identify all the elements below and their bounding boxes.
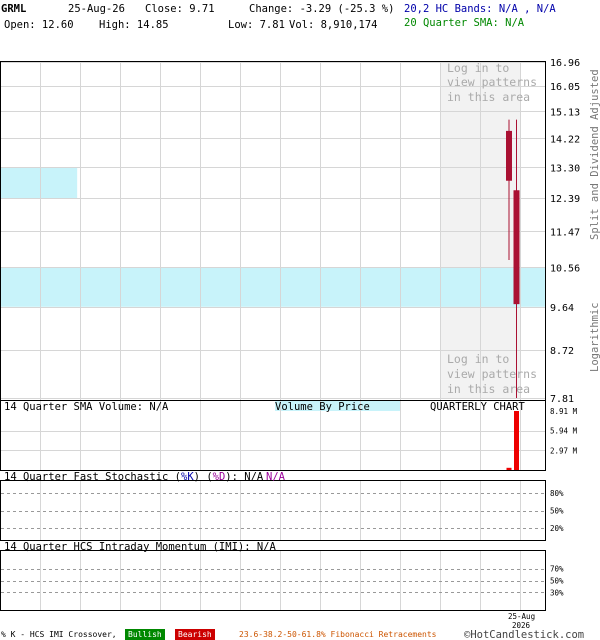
sma-label: 20 Quarter SMA: N/A — [404, 17, 525, 29]
price-tick-label: 14.22 — [550, 134, 580, 145]
crossover-label: % K - HCS IMI Crossover, — [1, 630, 117, 639]
price-tick-label: 11.47 — [550, 227, 580, 238]
pattern-note-line: Log in to — [447, 61, 509, 75]
price-tick-label: 16.05 — [550, 82, 580, 93]
volume-bar — [506, 467, 512, 470]
imi-panel-border — [0, 550, 546, 611]
stochastic-panel-border — [0, 480, 546, 541]
candle-body — [513, 190, 520, 305]
chart-canvas: GRML 25-Aug-26 Close: 9.71 Change: -3.29… — [0, 3, 600, 640]
hc-bands-label: 20,2 HC Bands: N/A , N/A — [404, 3, 556, 15]
volume-tick-label: 8.91 M — [550, 407, 578, 416]
bullish-label: Bullish — [128, 630, 162, 639]
logarithmic-label: Logarithmic — [589, 302, 600, 372]
stochastic-title: 14 Quarter Fast Stochastic (%K) (%D): N/… — [4, 471, 264, 483]
volume-bars — [506, 411, 519, 470]
stochastic-title-a: 14 Quarter Fast Stochastic ( — [4, 471, 181, 483]
price-tick-label: 15.13 — [550, 107, 580, 118]
stochastic-k: %K — [181, 471, 194, 483]
price-tick-label: 13.30 — [550, 163, 580, 174]
volume-axis: 8.91 M 5.94 M 2.97 M — [550, 407, 578, 455]
low-label: Low: 7.81 — [228, 19, 285, 31]
stochastic-d-value: N/A — [266, 471, 286, 483]
volume-bar — [514, 411, 519, 470]
fibonacci-label: 23.6-38.2-50-61.8% Fibonacci Retracement… — [239, 630, 437, 639]
imi-title: 14 Quarter HCS Intraday Momentum (IMI): … — [4, 541, 277, 553]
open-label: Open: 12.60 — [4, 19, 74, 31]
volume-label: Vol: 8,910,174 — [289, 19, 378, 31]
close-label: Close: 9.71 — [145, 3, 215, 15]
imi-tick-label: 70% — [550, 565, 564, 574]
pattern-note-line: Log in to — [447, 352, 509, 366]
vbp-label: Volume By Price — [275, 401, 370, 413]
stochastic-tick-label: 50% — [550, 507, 564, 516]
pattern-note-line: in this area — [447, 90, 530, 104]
price-tick-label: 7.81 — [550, 394, 574, 405]
price-tick-label: 8.72 — [550, 346, 574, 357]
split-adjusted-label: Split and Dividend Adjusted — [589, 69, 600, 240]
pattern-note-line: view patterns — [447, 75, 537, 89]
stochastic-panel: 14 Quarter Fast Stochastic (%K) (%D): N/… — [0, 471, 564, 541]
vbp-bar — [1, 267, 545, 307]
price-tick-label: 9.64 — [550, 303, 574, 314]
price-panel: Log in to view patterns in this area Log… — [0, 58, 600, 405]
high-label: High: 14.85 — [99, 19, 169, 31]
imi-panel: 14 Quarter HCS Intraday Momentum (IMI): … — [0, 541, 564, 611]
change-label: Change: -3.29 (-25.3 %) — [249, 3, 394, 15]
stochastic-tick-label: 80% — [550, 489, 564, 498]
imi-tick-label: 50% — [550, 577, 564, 586]
volume-sma-label: 14 Quarter SMA Volume: N/A — [4, 401, 169, 413]
chart-header: GRML 25-Aug-26 Close: 9.71 Change: -3.29… — [1, 3, 556, 31]
volume-tick-label: 5.94 M — [550, 427, 578, 436]
imi-tick-label: 30% — [550, 588, 564, 597]
price-tick-label: 12.39 — [550, 194, 580, 205]
imi-axis: 70% 50% 30% — [550, 565, 564, 598]
candle-body — [506, 130, 512, 181]
price-tick-label: 16.96 — [550, 58, 580, 69]
x-date-label: 25-Aug — [508, 612, 535, 621]
quarterly-chart-label: QUARTERLY CHART — [430, 401, 526, 413]
bearish-label: Bearish — [178, 630, 212, 639]
imi-grid — [1, 551, 545, 610]
stochastic-tick-label: 20% — [550, 524, 564, 533]
price-tick-label: 10.56 — [550, 263, 580, 274]
date-label: 25-Aug-26 — [68, 3, 125, 15]
pattern-note-line: view patterns — [447, 367, 537, 381]
stochastic-d: %D — [213, 471, 226, 483]
volume-panel: 14 Quarter SMA Volume: N/A Volume By Pri… — [0, 400, 578, 471]
symbol-label: GRML — [1, 3, 26, 15]
pattern-note-line: in this area — [447, 382, 530, 396]
volume-tick-label: 2.97 M — [550, 446, 578, 455]
chart-footer: 25-Aug 2026 % K - HCS IMI Crossover, Bul… — [1, 612, 584, 640]
stochastic-title-b: ): N/A — [225, 471, 264, 483]
price-axis: 16.96 16.05 15.13 14.22 13.30 12.39 11.47 10.56… — [550, 58, 580, 405]
stochastic-mid: ) ( — [194, 471, 213, 483]
vbp-bar — [1, 167, 78, 199]
stochastic-grid — [1, 481, 545, 540]
stochastic-axis: 80% 50% 20% — [550, 489, 564, 533]
copyright-label: ©HotCandlestick.com — [464, 629, 584, 640]
